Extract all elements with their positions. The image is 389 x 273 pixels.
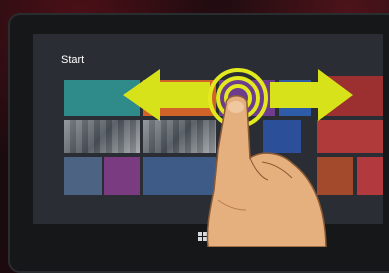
finger-hand-icon (206, 95, 327, 247)
left-arrow-icon (123, 69, 210, 121)
gesture-overlay (123, 68, 353, 247)
right-arrow-icon (270, 69, 353, 121)
